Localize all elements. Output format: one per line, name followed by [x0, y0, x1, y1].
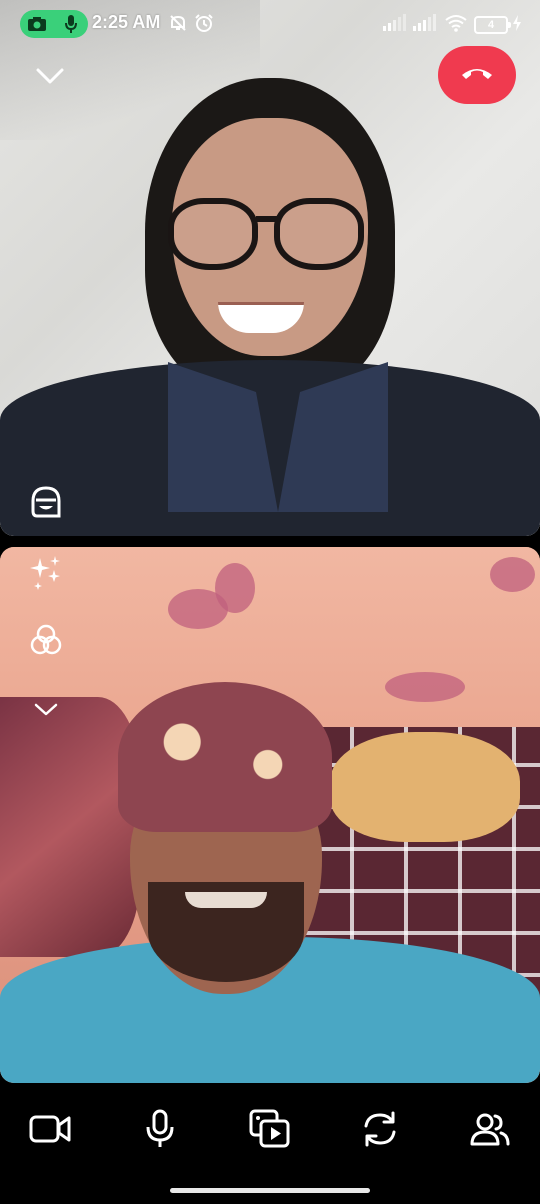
camera-icon	[26, 13, 48, 35]
filters-icon[interactable]	[26, 620, 66, 660]
toggle-video-button[interactable]	[20, 1103, 80, 1159]
phone-hangup-icon	[460, 65, 494, 86]
teddy-pillow	[330, 732, 520, 842]
wall-flower	[215, 563, 255, 613]
wall-flower	[490, 557, 535, 592]
participants-button[interactable]	[460, 1103, 520, 1159]
participants-icon	[470, 1112, 510, 1151]
minimize-call-button[interactable]	[34, 62, 66, 94]
charging-icon	[512, 12, 522, 34]
chevron-down-icon	[35, 67, 65, 90]
more-tools-chevron-icon[interactable]	[26, 690, 66, 730]
battery-icon: 4	[474, 16, 511, 34]
switch-camera-icon	[360, 1110, 400, 1153]
alarm-icon	[194, 12, 214, 34]
switch-camera-button[interactable]	[350, 1103, 410, 1159]
remote-person-glasses-bridge	[256, 216, 278, 222]
bitmoji-face-icon[interactable]	[26, 482, 66, 522]
sparkle-effects-icon[interactable]	[26, 552, 66, 592]
toggle-microphone-button[interactable]	[130, 1103, 190, 1159]
status-time: 2:25 AM	[92, 12, 161, 32]
signal-icon	[412, 12, 438, 34]
end-call-button[interactable]	[438, 46, 516, 104]
local-video[interactable]	[0, 547, 540, 1083]
recording-indicator	[20, 10, 88, 38]
local-person-headwrap	[118, 682, 332, 832]
call-toolbar	[0, 1083, 540, 1204]
video-camera-icon	[29, 1114, 71, 1149]
muted-notifications-icon	[168, 12, 188, 34]
blanket	[0, 697, 140, 957]
home-indicator[interactable]	[170, 1188, 370, 1193]
remote-person-glasses-left	[168, 198, 258, 270]
signal-icon	[382, 12, 408, 34]
mic-icon	[60, 13, 82, 35]
wall-flower	[385, 672, 465, 702]
share-media-button[interactable]	[240, 1103, 300, 1159]
wifi-icon	[444, 12, 468, 34]
media-share-icon	[249, 1109, 291, 1154]
microphone-icon	[145, 1109, 175, 1154]
local-person-smile	[185, 892, 267, 908]
status-bar: 2:25 AM 4	[0, 0, 540, 46]
remote-person-glasses-right	[274, 198, 364, 270]
